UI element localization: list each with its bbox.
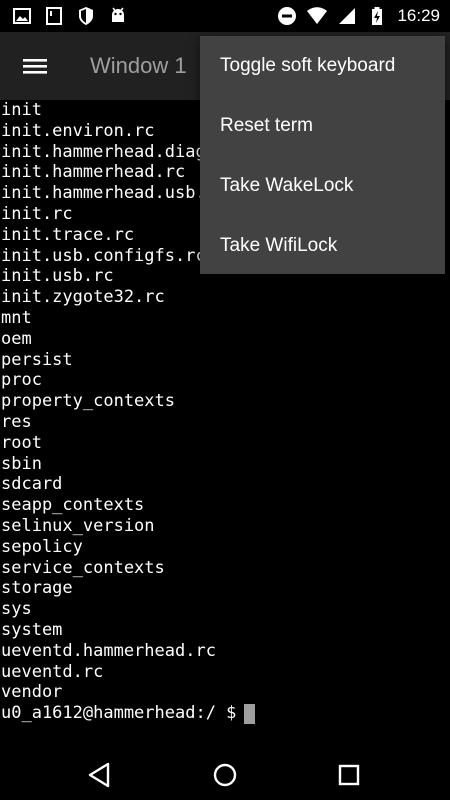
signal-icon <box>339 8 356 24</box>
terminal-line: init.zygote32.rc <box>1 287 165 308</box>
do-not-disturb-icon <box>278 7 297 25</box>
terminal-line: selinux_version <box>1 515 155 536</box>
terminal-line: sepolicy <box>1 536 83 557</box>
terminal-line: res <box>1 411 32 432</box>
terminal-line: seapp_contexts <box>1 495 145 516</box>
terminal-line: root <box>1 432 42 453</box>
battery-charging-icon <box>372 7 383 25</box>
menu-item-reset-term[interactable]: Reset term <box>200 96 445 156</box>
terminal-prompt-line[interactable]: u0_a1612@hammerhead:/ $ <box>0 703 450 724</box>
terminal-line: ueventd.rc <box>1 661 104 682</box>
terminal-line: oem <box>1 328 32 349</box>
menu-item-take-wakelock[interactable]: Take WakeLock <box>200 156 445 216</box>
notification-icons <box>12 6 128 26</box>
text-cursor <box>244 703 256 724</box>
terminal-line: sbin <box>1 453 42 474</box>
navigation-bar <box>0 750 450 800</box>
status-time: 16:29 <box>397 6 440 25</box>
terminal-line: property_contexts <box>1 391 175 412</box>
overflow-menu: Toggle soft keyboard Reset term Take Wak… <box>200 36 445 274</box>
hamburger-menu-icon[interactable] <box>18 52 52 80</box>
terminal-line: persist <box>1 349 73 370</box>
shield-icon <box>79 7 93 25</box>
menu-item-toggle-soft-keyboard[interactable]: Toggle soft keyboard <box>200 36 445 96</box>
shell-prompt: u0_a1612@hammerhead:/ $ <box>1 703 237 724</box>
system-icons: 16:29 <box>277 4 440 28</box>
terminal-line: ueventd.hammerhead.rc <box>1 640 216 661</box>
home-icon[interactable] <box>208 758 242 792</box>
terminal-line: vendor <box>1 682 63 703</box>
menu-item-take-wifilock[interactable]: Take WifiLock <box>200 216 445 276</box>
terminal-line: storage <box>1 578 73 599</box>
terminal-line: proc <box>1 370 42 391</box>
terminal-line: sdcard <box>1 474 63 495</box>
wifi-icon <box>307 7 328 24</box>
sim-card-icon <box>46 7 62 25</box>
window-title[interactable]: Window 1 <box>90 52 187 80</box>
image-icon <box>13 8 31 24</box>
status-bar: 16:29 <box>0 0 450 32</box>
terminal-line: system <box>1 619 63 640</box>
android-icon <box>112 7 124 22</box>
recents-icon[interactable] <box>332 758 366 792</box>
terminal-line: sys <box>1 599 32 620</box>
back-icon[interactable] <box>82 758 116 792</box>
terminal-line: service_contexts <box>1 557 165 578</box>
terminal-line: mnt <box>1 307 32 328</box>
